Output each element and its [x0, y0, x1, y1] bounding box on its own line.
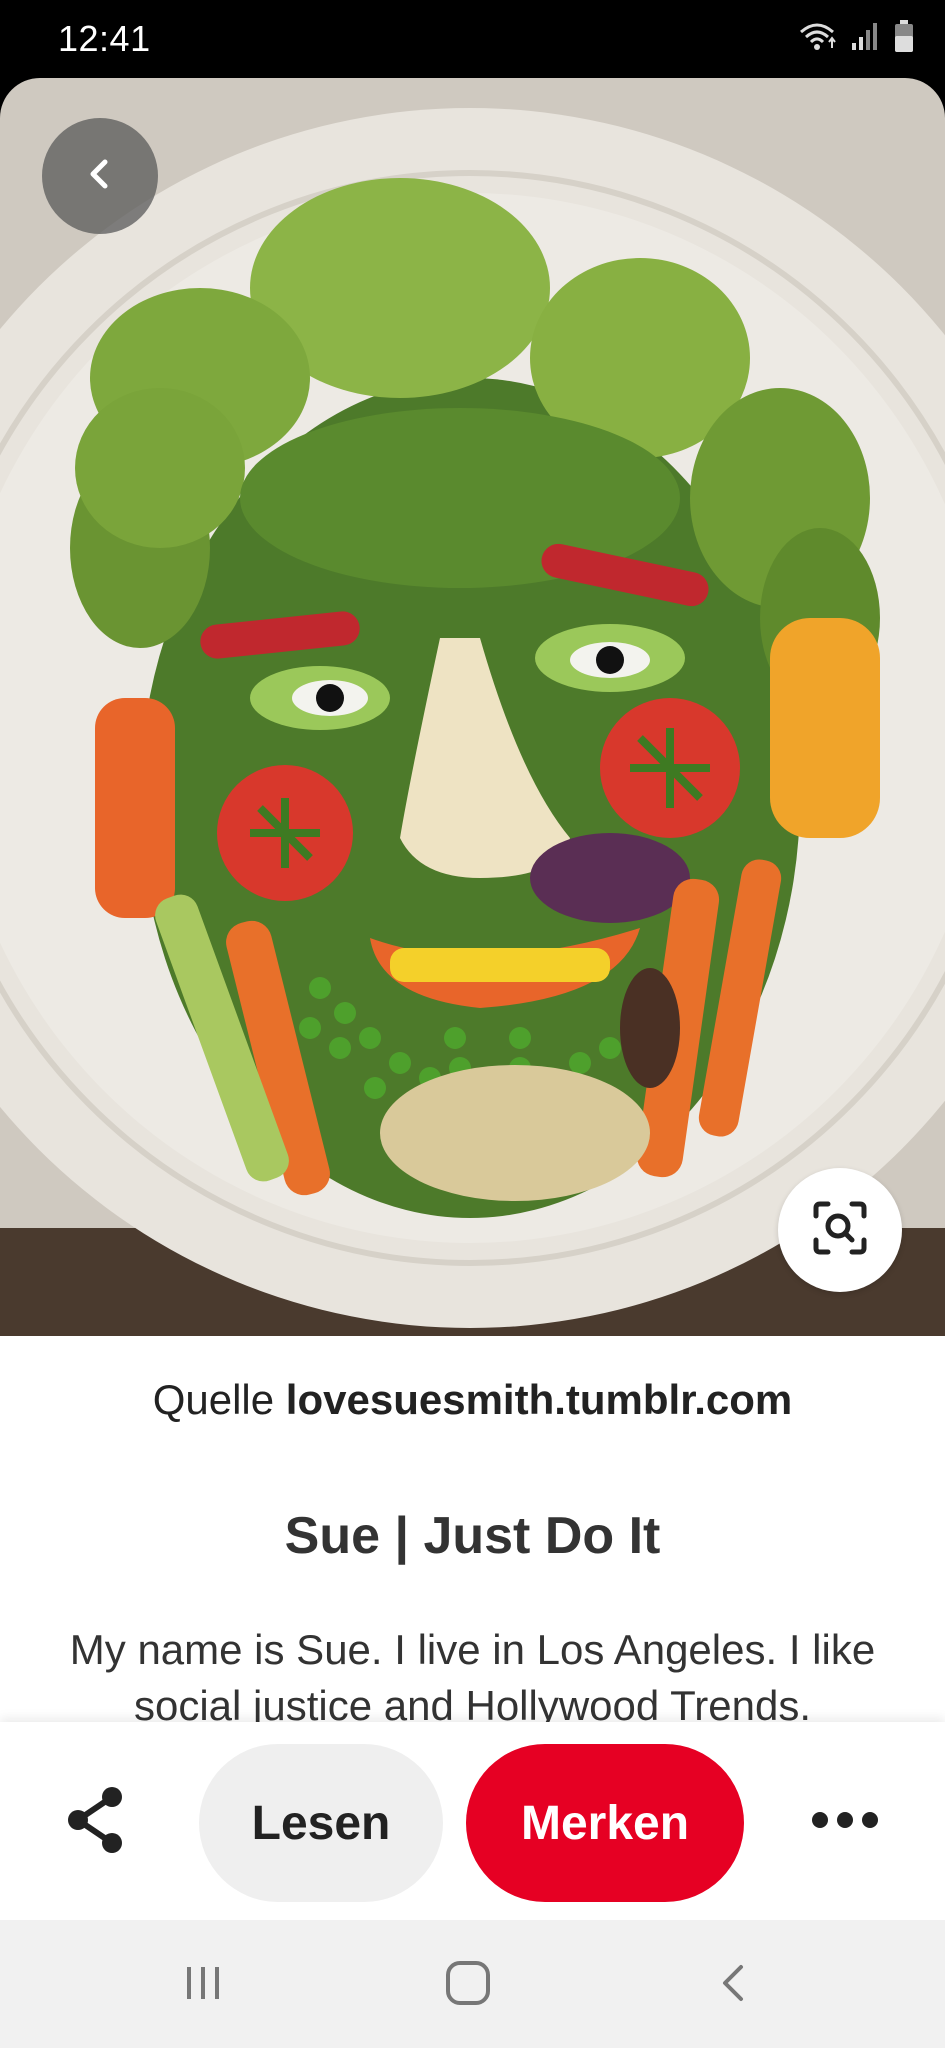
- pin-description: My name is Sue. I live in Los Angeles. I…: [69, 1626, 876, 1722]
- more-button[interactable]: [800, 1782, 890, 1862]
- pin-details: Quelle lovesuesmith.tumblr.com Sue | Jus…: [0, 1336, 945, 1722]
- more-icon: [810, 1810, 880, 1835]
- pin-image[interactable]: [0, 78, 945, 1336]
- back-button[interactable]: [42, 118, 158, 234]
- share-button[interactable]: [56, 1782, 136, 1862]
- chevron-left-icon: [80, 154, 120, 199]
- source-prefix: Quelle: [152, 1376, 275, 1423]
- system-nav-bar: [0, 1920, 945, 2048]
- read-button[interactable]: Lesen: [199, 1744, 443, 1902]
- source-link[interactable]: Quelle lovesuesmith.tumblr.com: [0, 1376, 945, 1424]
- status-icons: [797, 19, 915, 58]
- pin-title: Sue | Just Do It: [284, 1507, 661, 1565]
- home-icon: [444, 1959, 492, 2012]
- share-icon: [64, 1785, 128, 1860]
- recents-button[interactable]: [153, 1950, 253, 2020]
- visual-search-button[interactable]: [778, 1168, 902, 1292]
- battery-icon: [893, 19, 915, 58]
- save-button[interactable]: Merken: [466, 1744, 744, 1902]
- visual-search-icon: [810, 1198, 870, 1263]
- status-bar: 12:41: [0, 0, 945, 78]
- recents-icon: [181, 1961, 225, 2010]
- source-domain[interactable]: lovesuesmith.tumblr.com: [286, 1376, 792, 1423]
- home-button[interactable]: [418, 1950, 518, 2020]
- back-nav-button[interactable]: [683, 1950, 783, 2020]
- status-time: 12:41: [58, 18, 151, 59]
- back-icon: [713, 1961, 753, 2010]
- action-bar: Lesen Merken: [0, 1722, 945, 1920]
- wifi-icon: [797, 20, 837, 57]
- vegetable-face-image: [0, 78, 945, 1336]
- signal-icon: [851, 21, 879, 56]
